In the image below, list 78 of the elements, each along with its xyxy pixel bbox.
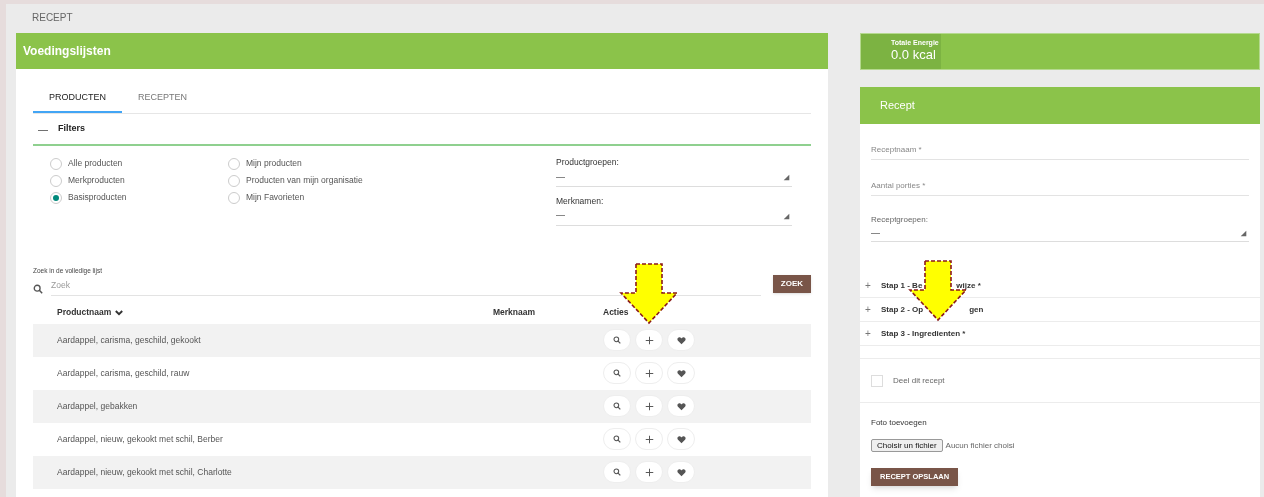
step-label: gen — [969, 303, 984, 316]
search-button[interactable] — [603, 395, 631, 418]
search-button[interactable] — [603, 329, 631, 352]
select-label: Receptgroepen: — [871, 214, 929, 226]
checkbox[interactable] — [871, 374, 883, 387]
search-button[interactable] — [603, 428, 631, 451]
heart-icon — [676, 368, 686, 378]
step-label: Stap 2 - Op — [881, 303, 924, 316]
chevron-down-icon — [115, 309, 124, 316]
radio-option[interactable]: Merkproducten — [50, 173, 228, 188]
tab[interactable]: PRODUCTEN — [33, 85, 122, 113]
plus-icon — [644, 467, 654, 477]
select-label: Productgroepen: — [556, 156, 620, 169]
expand-icon: + — [865, 302, 881, 317]
select-label: Merknamen: — [556, 194, 605, 208]
heart-button[interactable] — [667, 329, 695, 352]
heart-button[interactable] — [667, 461, 695, 484]
select-field[interactable]: — — [556, 168, 792, 187]
search-icon — [613, 468, 621, 477]
column-header[interactable]: Merknaam — [493, 306, 536, 320]
step-label: Stap 1 - Be — [881, 279, 923, 292]
file-button[interactable]: Choisir un fichier — [871, 439, 943, 452]
select-field[interactable]: — — [871, 226, 1249, 242]
search-button[interactable] — [603, 362, 631, 385]
accordion-item[interactable]: + Stap 3 - Ingredienten * — [860, 322, 1260, 346]
search-icon — [613, 369, 621, 378]
expand-icon: + — [865, 326, 881, 341]
heart-button[interactable] — [667, 428, 695, 451]
radio-option[interactable]: Basisproducten — [50, 190, 228, 205]
radio-option[interactable]: Mijn producten — [228, 156, 548, 171]
resize-icon — [783, 212, 790, 220]
heart-icon — [676, 434, 686, 444]
expand-icon: + — [865, 278, 881, 293]
table-row[interactable]: Aardappel, nieuw, gekookt met schil, Charlotte — [33, 455, 811, 489]
breadcrumb[interactable]: RECEPT — [32, 10, 73, 25]
search-icon — [613, 402, 621, 411]
tab[interactable]: RECEPTEN — [122, 85, 204, 113]
search-button[interactable] — [603, 461, 631, 484]
heart-button[interactable] — [667, 395, 695, 418]
resize-icon — [783, 173, 790, 181]
heart-icon — [676, 335, 686, 345]
energy-value: 0.0 kcal — [891, 47, 937, 62]
search-icon — [613, 336, 621, 345]
heart-icon — [676, 401, 686, 411]
radio-option[interactable]: Mijn Favorieten — [228, 190, 548, 205]
table-row[interactable]: Aardappel, carisma, geschild, gekookt — [33, 323, 811, 357]
column-header[interactable]: Acties — [603, 306, 629, 320]
file-status: Aucun fichier choisi — [945, 439, 1015, 452]
heart-icon — [676, 467, 686, 477]
plus-icon — [644, 434, 654, 444]
table-cell-text: Aardappel, carisma, geschild, rauw — [57, 366, 191, 380]
panel-title: Voedingslijsten — [23, 43, 111, 60]
search-icon — [613, 435, 621, 444]
search-icon — [33, 283, 43, 294]
panel-title: Recept — [880, 98, 915, 114]
heart-button[interactable] — [667, 362, 695, 385]
radio-option[interactable]: Producten van mijn organisatie — [228, 173, 548, 188]
filters-label: Filters — [58, 122, 85, 136]
radio-option[interactable]: Alle producten — [50, 156, 228, 171]
table-cell-text: Aardappel, nieuw, gekookt met schil, Berber — [57, 432, 224, 446]
resize-icon — [1240, 230, 1247, 237]
table-row[interactable]: Aardappel, gebakken — [33, 389, 811, 423]
search-button[interactable]: ZOEK — [772, 274, 811, 293]
plus-icon — [644, 401, 654, 411]
text-field[interactable]: Aantal porties * — [871, 176, 1249, 196]
collapse-toggle[interactable]: — — [38, 121, 48, 137]
step-label: wijze * — [956, 279, 981, 292]
step-label: Stap 3 - Ingredienten * — [881, 327, 966, 340]
select-field[interactable]: — — [556, 207, 792, 226]
photo-label: Foto toevoegen — [871, 417, 928, 429]
text-field[interactable]: Receptnaam * — [871, 140, 1249, 160]
table-cell-text: Aardappel, carisma, geschild, gekookt — [57, 333, 202, 347]
table-cell-text: Aardappel, gebakken — [57, 399, 139, 413]
plus-icon — [644, 335, 654, 345]
column-header[interactable]: Productnaam — [57, 306, 112, 320]
table-cell-text: Aardappel, nieuw, gekookt met schil, Charlotte — [57, 465, 233, 479]
plus-icon — [644, 368, 654, 378]
checkbox-label: Deel dit recept — [893, 374, 945, 387]
